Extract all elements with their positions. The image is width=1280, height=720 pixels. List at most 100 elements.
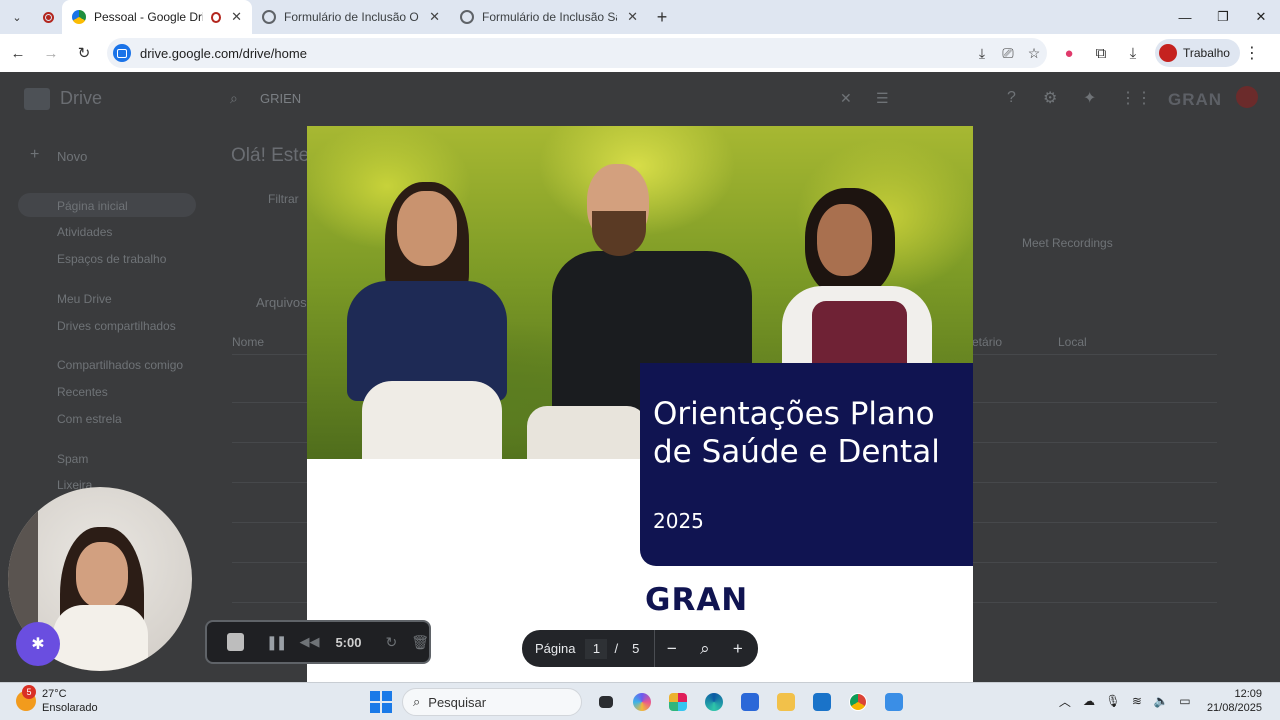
search-icon: ⌕: [230, 90, 238, 106]
windows-start-icon[interactable]: [370, 691, 392, 713]
chrome-menu-icon[interactable]: ⋮: [1240, 43, 1264, 63]
close-tab-icon[interactable]: ✕: [429, 9, 440, 25]
omnibox-actions: ⤓ ⎚ ☆: [969, 45, 1047, 62]
remote-desktop-icon[interactable]: [804, 686, 840, 718]
drive-logo-icon: [24, 88, 50, 110]
nav-item: Atividades: [57, 225, 113, 239]
document-title: Orientações Plano de Saúde e Dental: [653, 396, 940, 470]
bookmark-star-icon[interactable]: ☆: [1021, 45, 1047, 62]
volume-icon[interactable]: 🔈: [1149, 694, 1173, 708]
chevron-up-icon[interactable]: ︿: [1053, 693, 1077, 710]
screen-recorder-controls: ❚❚ ◀◀ 5:00 ↻ 🗑: [205, 620, 431, 664]
download-app-icon[interactable]: ⤓: [969, 45, 995, 62]
extensions-puzzle-icon[interactable]: ⧉: [1085, 45, 1117, 62]
stop-recording-button[interactable]: [227, 633, 244, 651]
taskbar-search[interactable]: ⌕ Pesquisar: [402, 688, 582, 716]
browser-tab-strip: ⌄ Pessoal - Google Drive ✕ Formulário de…: [0, 0, 1280, 34]
windows-taskbar: 5 27°C Ensolarado ⌕ Pesquisar ︿ ☁ 🎙 ≋ 🔈 …: [0, 682, 1280, 720]
window-controls: — ❐ ✕: [1166, 0, 1280, 34]
zoom-icon[interactable]: ⌕: [688, 639, 721, 659]
new-tab-button[interactable]: +: [648, 7, 676, 28]
greeting-heading: Olá! Este: [231, 145, 310, 166]
column-name: Nome: [232, 335, 265, 349]
extension-record-icon[interactable]: ●: [1053, 45, 1085, 62]
page-separator: /: [614, 641, 619, 656]
taskbar-search-placeholder: Pesquisar: [428, 694, 487, 710]
gran-logo-text: GRAN: [645, 582, 749, 618]
globe-icon: [262, 10, 276, 24]
org-brand-logo: GRAN: [1168, 90, 1223, 109]
photo-shape: [397, 191, 457, 266]
tab-google-drive[interactable]: Pessoal - Google Drive ✕: [62, 0, 252, 34]
document-year: 2025: [653, 509, 704, 533]
close-window-icon[interactable]: ✕: [1242, 0, 1280, 34]
close-tab-icon[interactable]: ✕: [627, 9, 638, 25]
downloads-icon[interactable]: ⤓: [1117, 45, 1149, 62]
close-tab-icon[interactable]: ✕: [231, 9, 242, 25]
battery-icon[interactable]: ▭: [1173, 694, 1197, 708]
tab-title: Formulário de Inclusão Saúde: [482, 10, 617, 24]
site-info-icon[interactable]: [113, 44, 131, 62]
trash-icon[interactable]: 🗑: [411, 634, 429, 651]
photo-shape: [53, 605, 148, 671]
photo-shape: [362, 381, 502, 459]
temperature: 27°C: [42, 688, 67, 700]
wifi-icon[interactable]: ≋: [1125, 694, 1149, 708]
file-explorer-icon[interactable]: [768, 686, 804, 718]
search-options-icon: ☰: [876, 90, 889, 106]
nav-item: Meu Drive: [57, 292, 112, 306]
forward-button[interactable]: →: [36, 38, 66, 68]
google-drive-icon: [72, 10, 86, 24]
restart-icon[interactable]: ↻: [385, 634, 397, 651]
nav-item: Página inicial: [57, 199, 128, 213]
zoom-out-icon[interactable]: −: [655, 639, 688, 659]
clock[interactable]: 12:09 21/08/2025: [1207, 687, 1262, 715]
minimize-icon[interactable]: —: [1166, 0, 1204, 34]
weather-badge: 5: [22, 685, 36, 699]
nav-item: Recentes: [57, 385, 108, 399]
help-icon: ?: [1007, 89, 1016, 106]
tab-formulario-saude[interactable]: Formulário de Inclusão Saúde ✕: [450, 0, 648, 34]
onedrive-icon[interactable]: ☁: [1077, 694, 1101, 708]
chrome-icon[interactable]: [840, 686, 876, 718]
column-location: Local: [1058, 335, 1087, 349]
tab-recording-icon: [210, 11, 222, 23]
pause-icon[interactable]: ❚❚: [266, 634, 288, 651]
zoom-in-icon[interactable]: +: [721, 639, 754, 659]
new-plus-icon: +: [30, 146, 40, 163]
globe-icon: [460, 10, 474, 24]
pdf-preview-page: Orientações Plano de Saúde e Dental 2025…: [307, 126, 973, 682]
filter-chip: Filtrar: [268, 192, 299, 206]
photo-shape: [592, 211, 646, 256]
edge-icon[interactable]: [696, 686, 732, 718]
microphone-icon[interactable]: 🎙: [1101, 694, 1125, 708]
store-icon[interactable]: [732, 686, 768, 718]
cast-icon[interactable]: ⎚: [995, 45, 1021, 62]
weather-condition: Ensolarado: [42, 702, 98, 714]
slack-icon[interactable]: [660, 686, 696, 718]
tab-title: Formulário de Inclusão Odonto: [284, 10, 419, 24]
reload-button[interactable]: ↻: [69, 38, 99, 68]
settings-gear-icon: ⚙: [1043, 90, 1058, 107]
page-label: Página: [535, 641, 576, 656]
tab-formulario-odonto[interactable]: Formulário de Inclusão Odonto ✕: [252, 0, 450, 34]
photo-shape: [527, 406, 647, 459]
recorder-menu-button[interactable]: ✱: [16, 622, 60, 666]
snipping-tool-icon[interactable]: [876, 686, 912, 718]
address-bar[interactable]: drive.google.com/drive/home ⤓ ⎚ ☆: [107, 38, 1047, 68]
gemini-spark-icon: ✦: [1083, 90, 1097, 107]
toolbar-right: ● ⧉ ⤓ Trabalho ⋮: [1053, 39, 1264, 67]
current-page-input[interactable]: 1: [585, 638, 608, 659]
maximize-icon[interactable]: ❐: [1204, 0, 1242, 34]
nav-item: Com estrela: [57, 412, 122, 426]
back-button[interactable]: ←: [3, 38, 33, 68]
weather-widget[interactable]: 5 27°C Ensolarado: [16, 685, 98, 715]
task-view-icon[interactable]: [588, 686, 624, 718]
document-title-box: Orientações Plano de Saúde e Dental 2025: [640, 363, 973, 566]
copilot-icon[interactable]: [624, 686, 660, 718]
rewind-icon[interactable]: ◀◀: [299, 634, 319, 650]
avatar: [1159, 44, 1177, 62]
url-text: drive.google.com/drive/home: [140, 45, 307, 61]
tab-search-chevron-icon[interactable]: ⌄: [0, 0, 34, 34]
profile-button[interactable]: Trabalho: [1155, 39, 1240, 67]
